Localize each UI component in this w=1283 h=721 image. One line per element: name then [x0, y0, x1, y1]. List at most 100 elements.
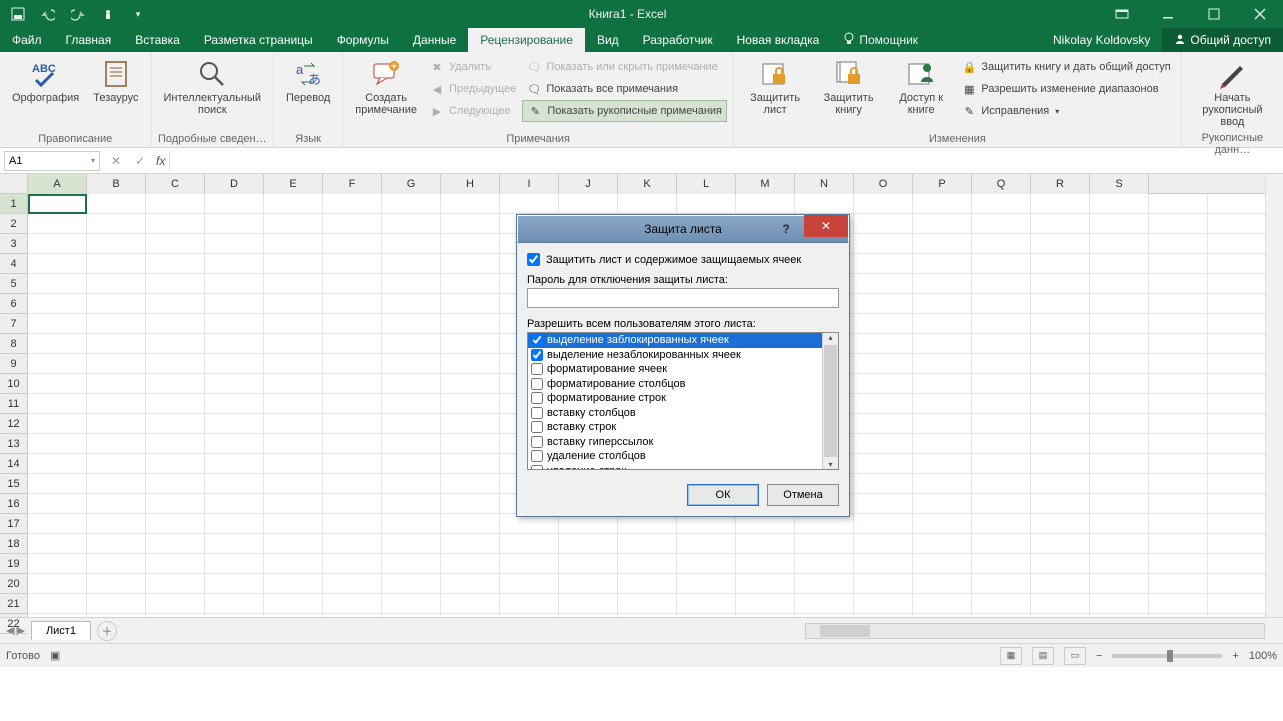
spelling-button[interactable]: ABC Орфография: [6, 56, 85, 106]
column-header[interactable]: S: [1090, 174, 1149, 194]
protect-workbook-button[interactable]: Защитить книгу: [812, 56, 885, 118]
zoom-in-button[interactable]: +: [1232, 650, 1238, 662]
protect-checkbox[interactable]: [527, 253, 540, 266]
protect-share-button[interactable]: 🔒Защитить книгу и дать общий доступ: [957, 56, 1174, 78]
column-header[interactable]: P: [913, 174, 972, 194]
protect-checkbox-row[interactable]: Защитить лист и содержимое защищаемых яч…: [527, 253, 839, 266]
permission-checkbox[interactable]: [531, 349, 543, 361]
column-header[interactable]: G: [382, 174, 441, 194]
new-sheet-button[interactable]: ＋: [97, 621, 117, 641]
permission-checkbox[interactable]: [531, 392, 543, 404]
row-header[interactable]: 14: [0, 454, 27, 474]
permission-checkbox[interactable]: [531, 363, 543, 375]
show-ink-button[interactable]: ✎Показать рукописные примечания: [522, 100, 727, 122]
track-changes-button[interactable]: ✎Исправления▾: [957, 100, 1174, 122]
tab-formulas[interactable]: Формулы: [325, 28, 401, 52]
show-all-comments-button[interactable]: 🗨Показать все примечания: [522, 78, 727, 100]
permission-item[interactable]: выделение незаблокированных ячеек: [528, 348, 822, 363]
row-header[interactable]: 17: [0, 514, 27, 534]
redo-icon[interactable]: [68, 4, 88, 24]
row-header[interactable]: 5: [0, 274, 27, 294]
permission-checkbox[interactable]: [531, 407, 543, 419]
dialog-titlebar[interactable]: Защита листа ? ✕: [517, 215, 849, 243]
permission-item[interactable]: выделение заблокированных ячеек: [528, 333, 822, 348]
close-icon[interactable]: [1237, 0, 1283, 28]
save-icon[interactable]: [8, 4, 28, 24]
column-header[interactable]: E: [264, 174, 323, 194]
smart-lookup-button[interactable]: Интеллектуальный поиск: [158, 56, 267, 118]
row-header[interactable]: 16: [0, 494, 27, 514]
tab-insert[interactable]: Вставка: [123, 28, 192, 52]
view-page-layout-icon[interactable]: ▤: [1032, 647, 1054, 665]
view-page-break-icon[interactable]: ▭: [1064, 647, 1086, 665]
minimize-icon[interactable]: [1145, 0, 1191, 28]
formula-input[interactable]: [169, 151, 1283, 171]
undo-icon[interactable]: [38, 4, 58, 24]
row-header[interactable]: 7: [0, 314, 27, 334]
row-header[interactable]: 6: [0, 294, 27, 314]
zoom-level[interactable]: 100%: [1249, 650, 1277, 662]
translate-button[interactable]: aあ Перевод: [280, 56, 336, 106]
column-header[interactable]: K: [618, 174, 677, 194]
column-header[interactable]: B: [87, 174, 146, 194]
permission-checkbox[interactable]: [531, 334, 543, 346]
permission-item[interactable]: удаление столбцов: [528, 449, 822, 464]
column-header[interactable]: H: [441, 174, 500, 194]
cancel-button[interactable]: Отмена: [767, 484, 839, 506]
row-header[interactable]: 2: [0, 214, 27, 234]
tab-custom[interactable]: Новая вкладка: [725, 28, 832, 52]
column-header[interactable]: O: [854, 174, 913, 194]
row-header[interactable]: 21: [0, 594, 27, 614]
listbox-scrollbar[interactable]: [822, 333, 838, 469]
permission-checkbox[interactable]: [531, 378, 543, 390]
permission-item[interactable]: форматирование столбцов: [528, 377, 822, 392]
column-header[interactable]: L: [677, 174, 736, 194]
select-all-corner[interactable]: [0, 174, 28, 194]
name-box[interactable]: A1▾: [4, 151, 100, 171]
thesaurus-button[interactable]: Тезаурус: [87, 56, 144, 106]
tab-page-layout[interactable]: Разметка страницы: [192, 28, 325, 52]
fx-icon[interactable]: fx: [152, 154, 169, 168]
share-workbook-button[interactable]: Доступ к книге: [887, 56, 955, 118]
row-header[interactable]: 4: [0, 254, 27, 274]
column-header[interactable]: D: [205, 174, 264, 194]
row-header[interactable]: 1: [0, 194, 27, 214]
dialog-close-icon[interactable]: ✕: [804, 215, 848, 237]
tab-view[interactable]: Вид: [585, 28, 631, 52]
ribbon-options-icon[interactable]: [1099, 0, 1145, 28]
tab-data[interactable]: Данные: [401, 28, 468, 52]
row-header[interactable]: 15: [0, 474, 27, 494]
allow-ranges-button[interactable]: ▦Разрешить изменение диапазонов: [957, 78, 1174, 100]
column-header[interactable]: R: [1031, 174, 1090, 194]
horizontal-scrollbar[interactable]: [805, 623, 1265, 639]
permission-item[interactable]: форматирование ячеек: [528, 362, 822, 377]
row-header[interactable]: 13: [0, 434, 27, 454]
share-button[interactable]: Общий доступ: [1162, 28, 1283, 52]
show-hide-comment-button[interactable]: 🗨Показать или скрыть примечание: [522, 56, 727, 78]
row-header[interactable]: 22: [0, 614, 27, 634]
permission-item[interactable]: вставку гиперссылок: [528, 435, 822, 450]
tab-home[interactable]: Главная: [54, 28, 124, 52]
row-header[interactable]: 18: [0, 534, 27, 554]
dialog-help-icon[interactable]: ?: [772, 216, 800, 242]
row-header[interactable]: 19: [0, 554, 27, 574]
next-comment-button[interactable]: ▶Следующее: [425, 100, 520, 122]
vertical-scrollbar[interactable]: [1265, 174, 1283, 617]
row-header[interactable]: 9: [0, 354, 27, 374]
tab-file[interactable]: Файл: [0, 28, 54, 52]
row-header[interactable]: 3: [0, 234, 27, 254]
permissions-listbox[interactable]: выделение заблокированных ячееквыделение…: [527, 332, 839, 470]
column-header[interactable]: M: [736, 174, 795, 194]
tab-review[interactable]: Рецензирование: [468, 28, 585, 52]
cancel-formula-icon[interactable]: ✕: [104, 149, 128, 173]
delete-comment-button[interactable]: ✖Удалить: [425, 56, 520, 78]
zoom-out-button[interactable]: −: [1096, 650, 1102, 662]
tab-developer[interactable]: Разработчик: [631, 28, 725, 52]
permission-checkbox[interactable]: [531, 450, 543, 462]
tell-me[interactable]: Помощник: [831, 28, 930, 52]
permission-item[interactable]: форматирование строк: [528, 391, 822, 406]
zoom-slider[interactable]: [1112, 654, 1222, 658]
enter-formula-icon[interactable]: ✓: [128, 149, 152, 173]
password-input[interactable]: [527, 288, 839, 308]
column-header[interactable]: Q: [972, 174, 1031, 194]
